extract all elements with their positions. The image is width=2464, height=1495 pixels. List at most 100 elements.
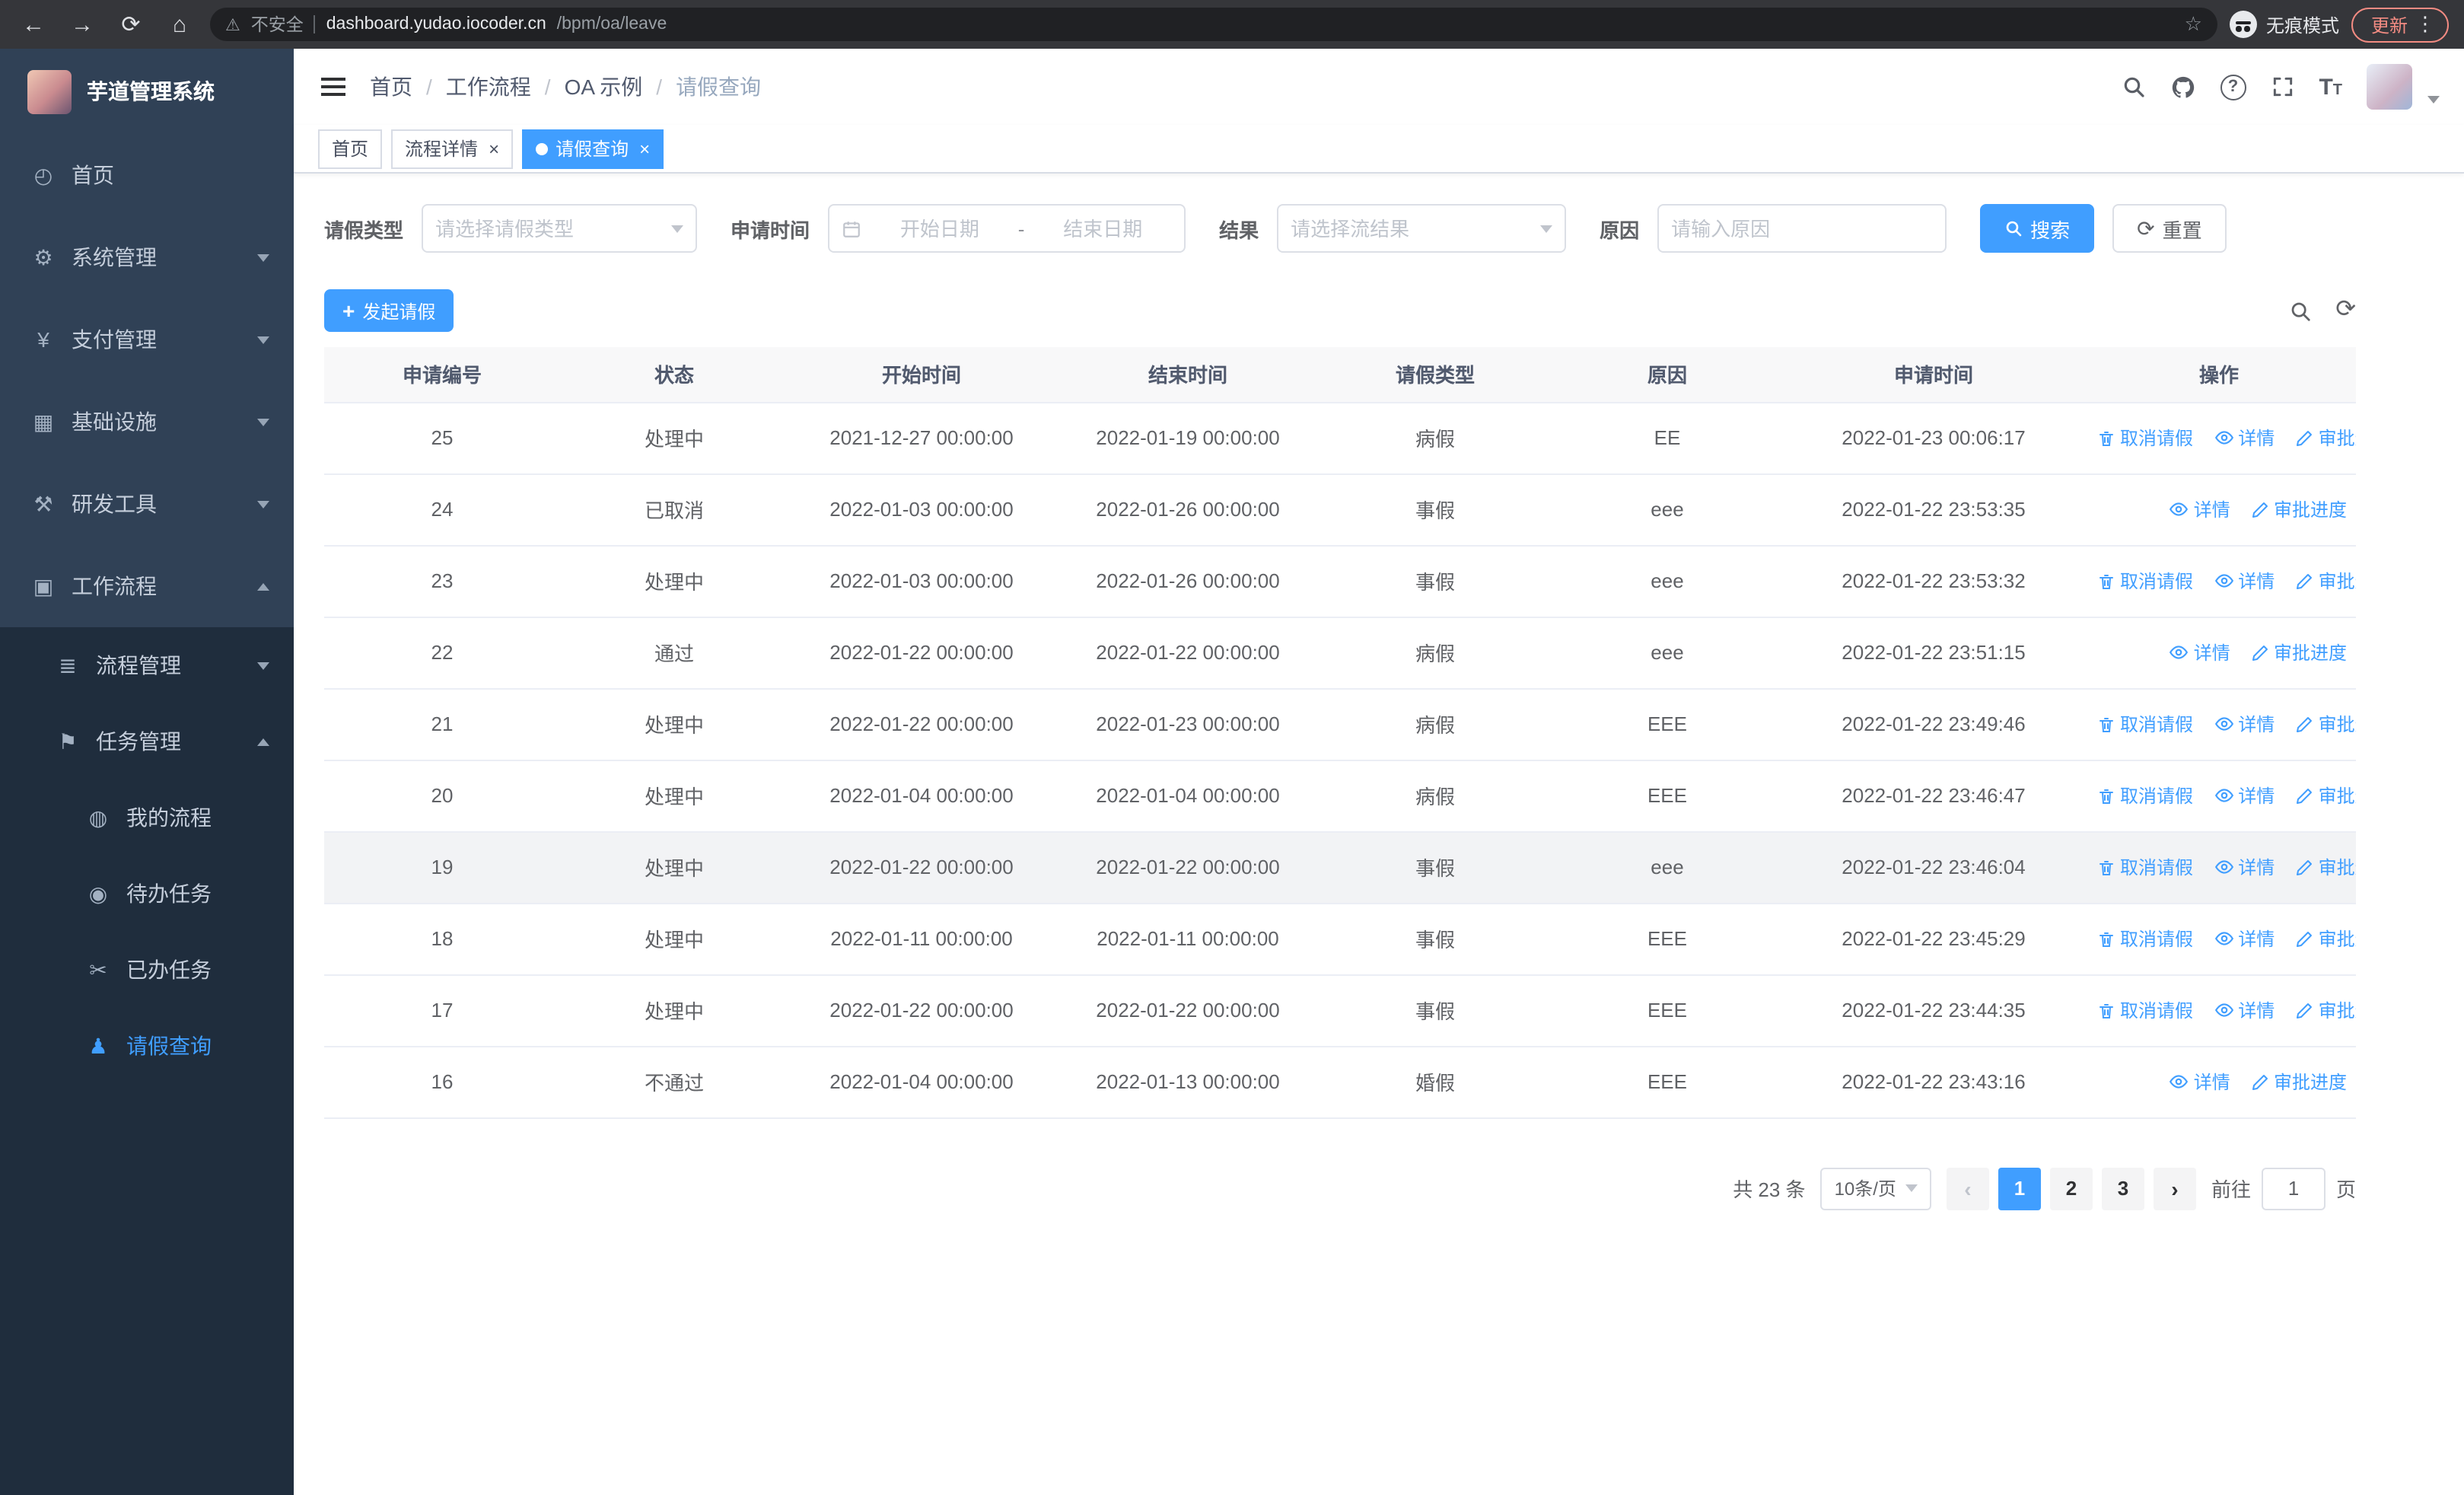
detail-link[interactable]: 详情 <box>2170 496 2230 521</box>
reason-input[interactable] <box>1671 217 1934 240</box>
page-size-select[interactable]: 10条/页 <box>1820 1167 1931 1210</box>
cancel-leave-link[interactable]: 取消请假 <box>2097 425 2193 451</box>
progress-link[interactable]: 审批进度 <box>2296 711 2356 737</box>
reason-input-box[interactable] <box>1657 204 1947 253</box>
cancel-leave-link[interactable]: 取消请假 <box>2097 926 2193 952</box>
detail-link[interactable]: 详情 <box>2214 853 2275 879</box>
cancel-leave-link[interactable]: 取消请假 <box>2097 997 2193 1023</box>
sidebar-item-todo-task[interactable]: ◉ 待办任务 <box>0 856 294 932</box>
progress-link[interactable]: 审批进度 <box>2251 496 2347 522</box>
cell-start-time: 2021-12-27 00:00:00 <box>788 402 1055 474</box>
eye-icon <box>2214 859 2233 873</box>
progress-link[interactable]: 审批进度 <box>2296 783 2356 808</box>
toggle-search-icon[interactable] <box>2288 299 2311 322</box>
page-button-3[interactable]: 3 <box>2101 1167 2144 1210</box>
search-icon[interactable] <box>2121 75 2145 99</box>
breadcrumb-item-workflow[interactable]: 工作流程 <box>446 72 531 102</box>
progress-link[interactable]: 审批进度 <box>2251 1069 2347 1095</box>
leave-type-select[interactable] <box>422 204 698 253</box>
end-date-input[interactable] <box>1033 217 1173 240</box>
browser-reload-icon[interactable]: ⟳ <box>113 6 149 43</box>
detail-link[interactable]: 详情 <box>2214 925 2275 951</box>
collapse-sidebar-icon[interactable] <box>318 72 349 102</box>
browser-update-button[interactable]: 更新 ⋮ <box>2351 7 2449 42</box>
cell-start-time: 2022-01-03 00:00:00 <box>788 545 1055 617</box>
progress-link[interactable]: 审批进度 <box>2296 997 2356 1023</box>
tag-home[interactable]: 首页 <box>318 129 383 168</box>
browser-home-icon[interactable]: ⌂ <box>161 6 198 43</box>
font-size-icon[interactable] <box>2319 74 2342 100</box>
progress-link[interactable]: 审批进度 <box>2296 926 2356 952</box>
sidebar-item-my-process[interactable]: ◍ 我的流程 <box>0 779 294 856</box>
progress-link[interactable]: 审批进度 <box>2296 568 2356 594</box>
cell-reason: EEE <box>1549 688 1785 760</box>
goto-page-input[interactable] <box>2261 1167 2326 1210</box>
close-icon[interactable] <box>489 139 499 158</box>
detail-link[interactable]: 详情 <box>2170 639 2230 665</box>
detail-link[interactable]: 详情 <box>2214 567 2275 593</box>
create-leave-button[interactable]: + 发起请假 <box>324 289 454 332</box>
sidebar-item-devtools[interactable]: ⚒ 研发工具 <box>0 463 294 545</box>
browser-menu-kebab-icon[interactable]: ⋮ <box>2415 12 2435 37</box>
detail-link[interactable]: 详情 <box>2214 782 2275 808</box>
progress-link[interactable]: 审批进度 <box>2296 854 2356 880</box>
apply-time-range-picker[interactable]: - <box>828 204 1186 253</box>
detail-link[interactable]: 详情 <box>2214 424 2275 450</box>
goto-page: 前往 页 <box>2211 1167 2356 1210</box>
breadcrumb-item-home[interactable]: 首页 <box>370 72 412 102</box>
goto-label: 前往 <box>2211 1178 2251 1201</box>
progress-link[interactable]: 审批进度 <box>2296 425 2356 451</box>
browser-forward-icon[interactable]: → <box>64 6 100 43</box>
next-page-button[interactable]: › <box>2153 1167 2196 1210</box>
browser-back-icon[interactable]: ← <box>15 6 52 43</box>
sidebar-item-process-mgmt[interactable]: ≣ 流程管理 <box>0 627 294 703</box>
sidebar-item-task-mgmt[interactable]: ⚑ 任务管理 <box>0 703 294 779</box>
sidebar-item-infra[interactable]: ▦ 基础设施 <box>0 381 294 463</box>
user-avatar[interactable] <box>2367 64 2412 110</box>
address-bar[interactable]: ⚠ 不安全 dashboard.yudao.iocoder.cn/bpm/oa/… <box>210 8 2217 41</box>
tags-bar: 首页 流程详情 请假查询 <box>294 125 2464 174</box>
cell-apply-id: 19 <box>324 831 560 904</box>
leave-type-value[interactable] <box>435 217 663 240</box>
detail-link[interactable]: 详情 <box>2214 996 2275 1022</box>
reset-button[interactable]: ⟳ 重置 <box>2112 204 2227 253</box>
eye-icon <box>2214 430 2233 444</box>
result-value[interactable] <box>1291 217 1532 240</box>
bookmark-star-icon[interactable]: ☆ <box>2185 12 2202 37</box>
cancel-leave-link[interactable]: 取消请假 <box>2097 568 2193 594</box>
security-label[interactable]: 不安全 <box>251 12 304 37</box>
app-logo[interactable]: 芋道管理系统 <box>0 49 294 134</box>
start-date-input[interactable] <box>871 217 1009 240</box>
prev-page-button[interactable]: ‹ <box>1946 1167 1989 1210</box>
col-start-time: 开始时间 <box>788 347 1055 403</box>
sidebar-item-workflow[interactable]: ▣ 工作流程 <box>0 545 294 627</box>
close-icon[interactable] <box>639 139 650 158</box>
refresh-table-icon[interactable]: ⟳ <box>2335 298 2356 323</box>
page-button-2[interactable]: 2 <box>2049 1167 2093 1210</box>
result-select[interactable] <box>1277 204 1567 253</box>
sidebar-item-system[interactable]: ⚙ 系统管理 <box>0 216 294 298</box>
cancel-leave-link[interactable]: 取消请假 <box>2097 711 2193 737</box>
sidebar-item-done-task[interactable]: ✂ 已办任务 <box>0 932 294 1008</box>
sidebar-item-payment[interactable]: ¥ 支付管理 <box>0 298 294 381</box>
eye-icon <box>2214 931 2233 945</box>
user-menu-caret-icon[interactable] <box>2427 96 2440 104</box>
detail-link[interactable]: 详情 <box>2214 710 2275 736</box>
sidebar-item-home[interactable]: ◴ 首页 <box>0 134 294 216</box>
cancel-leave-link[interactable]: 取消请假 <box>2097 854 2193 880</box>
sidebar-item-leave-query[interactable]: ♟ 请假查询 <box>0 1008 294 1084</box>
help-icon[interactable] <box>2220 74 2246 100</box>
cell-status: 已取消 <box>560 473 788 546</box>
detail-link[interactable]: 详情 <box>2170 1068 2230 1094</box>
fullscreen-icon[interactable] <box>2270 75 2294 99</box>
tag-leave-query[interactable]: 请假查询 <box>522 129 664 168</box>
search-button[interactable]: 搜索 <box>1980 204 2095 253</box>
page-button-1[interactable]: 1 <box>1998 1167 2041 1210</box>
tag-process-detail[interactable]: 流程详情 <box>391 129 514 168</box>
progress-link[interactable]: 审批进度 <box>2251 639 2347 665</box>
github-icon[interactable] <box>2170 74 2195 100</box>
cancel-leave-link[interactable]: 取消请假 <box>2097 783 2193 808</box>
cell-status: 处理中 <box>560 903 788 975</box>
eye-icon <box>2214 788 2233 802</box>
breadcrumb-item-oa-example[interactable]: OA 示例 <box>565 72 643 102</box>
